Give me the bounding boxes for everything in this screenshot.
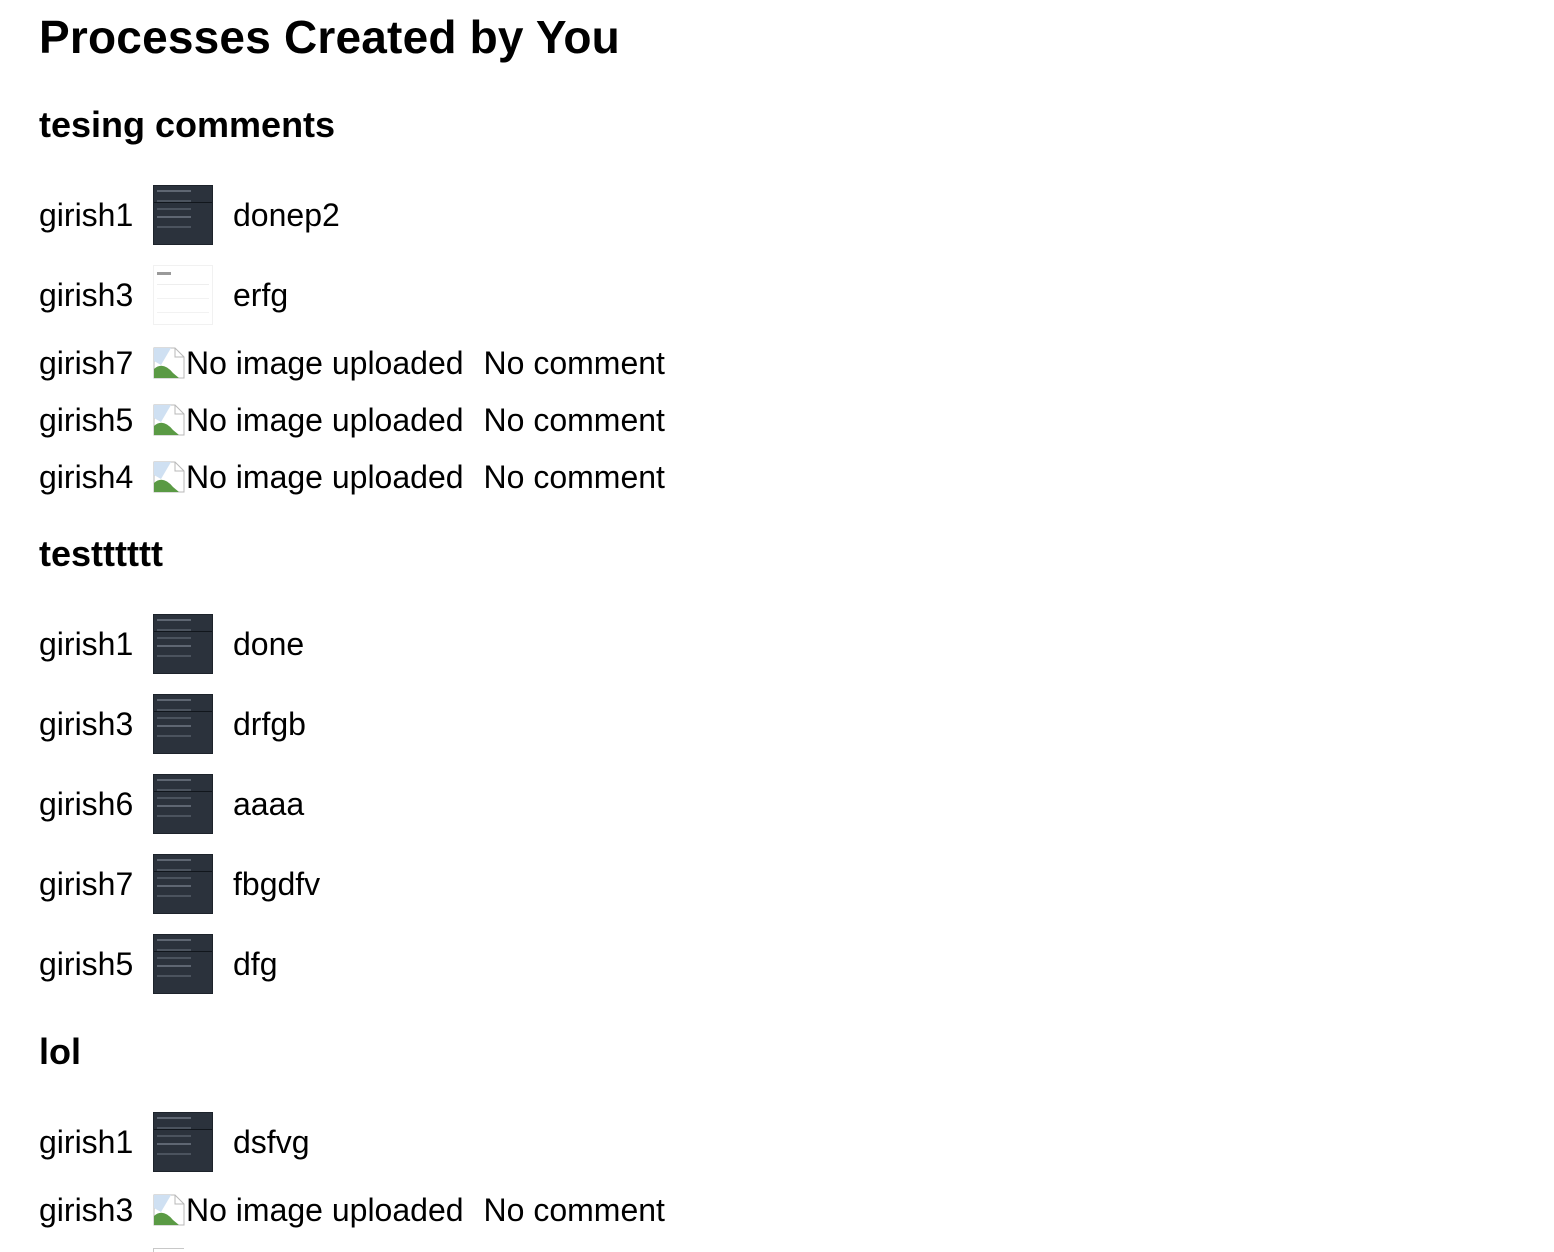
broken-image-icon	[153, 461, 185, 493]
comment-text: fbgdfv	[233, 865, 321, 902]
comment-text: done	[233, 625, 305, 662]
uploaded-image-thumbnail[interactable]	[153, 774, 213, 834]
uploaded-image-thumbnail[interactable]	[153, 265, 213, 325]
username: girish6	[39, 785, 134, 822]
comment-text: erfg	[233, 276, 289, 313]
broken-image-icon	[153, 404, 185, 436]
username: girish1	[39, 196, 134, 233]
comment-text: aaaa	[233, 785, 305, 822]
comment-text: dsfvg	[233, 1123, 310, 1160]
comment-text: drfgb	[233, 705, 306, 742]
broken-image-icon	[153, 347, 185, 379]
list-item: girish5 No image uploaded No comment	[39, 400, 665, 440]
username: girish5	[39, 401, 134, 438]
comment-text: dfg	[233, 945, 278, 982]
broken-image: No image uploaded	[153, 459, 464, 496]
list-item: girish3 drfgb	[39, 694, 306, 754]
list-item: girish7 No image uploaded No comment	[39, 343, 665, 383]
username: girish1	[39, 1123, 134, 1160]
username: girish7	[39, 344, 134, 381]
section-title: lol	[39, 1031, 81, 1072]
username: girish1	[39, 625, 134, 662]
comment-text: No comment	[483, 344, 665, 381]
list-item: girish5 dfg	[39, 934, 277, 994]
username: girish3	[39, 705, 134, 742]
list-item: girish4 No image uploaded No comment	[39, 457, 665, 497]
list-item: girish3 No image uploaded No comment	[39, 1190, 665, 1230]
username: girish4	[39, 458, 134, 495]
broken-image: No image uploaded	[153, 345, 464, 382]
username: girish3	[39, 1191, 134, 1228]
image-alt-text: No image uploaded	[186, 401, 464, 438]
uploaded-image-thumbnail[interactable]	[153, 854, 213, 914]
broken-image-icon	[153, 1194, 185, 1226]
comment-text: No comment	[483, 458, 665, 495]
list-item: girish1 done	[39, 614, 304, 674]
broken-image: No image uploaded	[153, 402, 464, 439]
section-title: testttttt	[39, 533, 163, 574]
comment-text: No comment	[483, 1191, 665, 1228]
comment-text: donep2	[233, 196, 340, 233]
username: girish7	[39, 865, 134, 902]
uploaded-image-thumbnail[interactable]	[153, 934, 213, 994]
list-item: girish1 dsfvg	[39, 1112, 309, 1172]
uploaded-image-thumbnail[interactable]	[153, 1112, 213, 1172]
broken-image: No image uploaded	[153, 1192, 464, 1229]
page-title: Processes Created by You	[39, 11, 620, 63]
image-alt-text: No image uploaded	[186, 1191, 464, 1228]
username: girish5	[39, 945, 134, 982]
image-alt-text: No image uploaded	[186, 344, 464, 381]
next-row-partial-icon	[153, 1248, 184, 1252]
uploaded-image-thumbnail[interactable]	[153, 694, 213, 754]
image-alt-text: No image uploaded	[186, 458, 464, 495]
uploaded-image-thumbnail[interactable]	[153, 614, 213, 674]
list-item: girish1 donep2	[39, 185, 340, 245]
uploaded-image-thumbnail[interactable]	[153, 185, 213, 245]
comment-text: No comment	[483, 401, 665, 438]
list-item: girish7 fbgdfv	[39, 854, 320, 914]
list-item: girish6 aaaa	[39, 774, 304, 834]
username: girish3	[39, 276, 134, 313]
section-title: tesing comments	[39, 104, 336, 145]
list-item: girish3 erfg	[39, 265, 288, 325]
